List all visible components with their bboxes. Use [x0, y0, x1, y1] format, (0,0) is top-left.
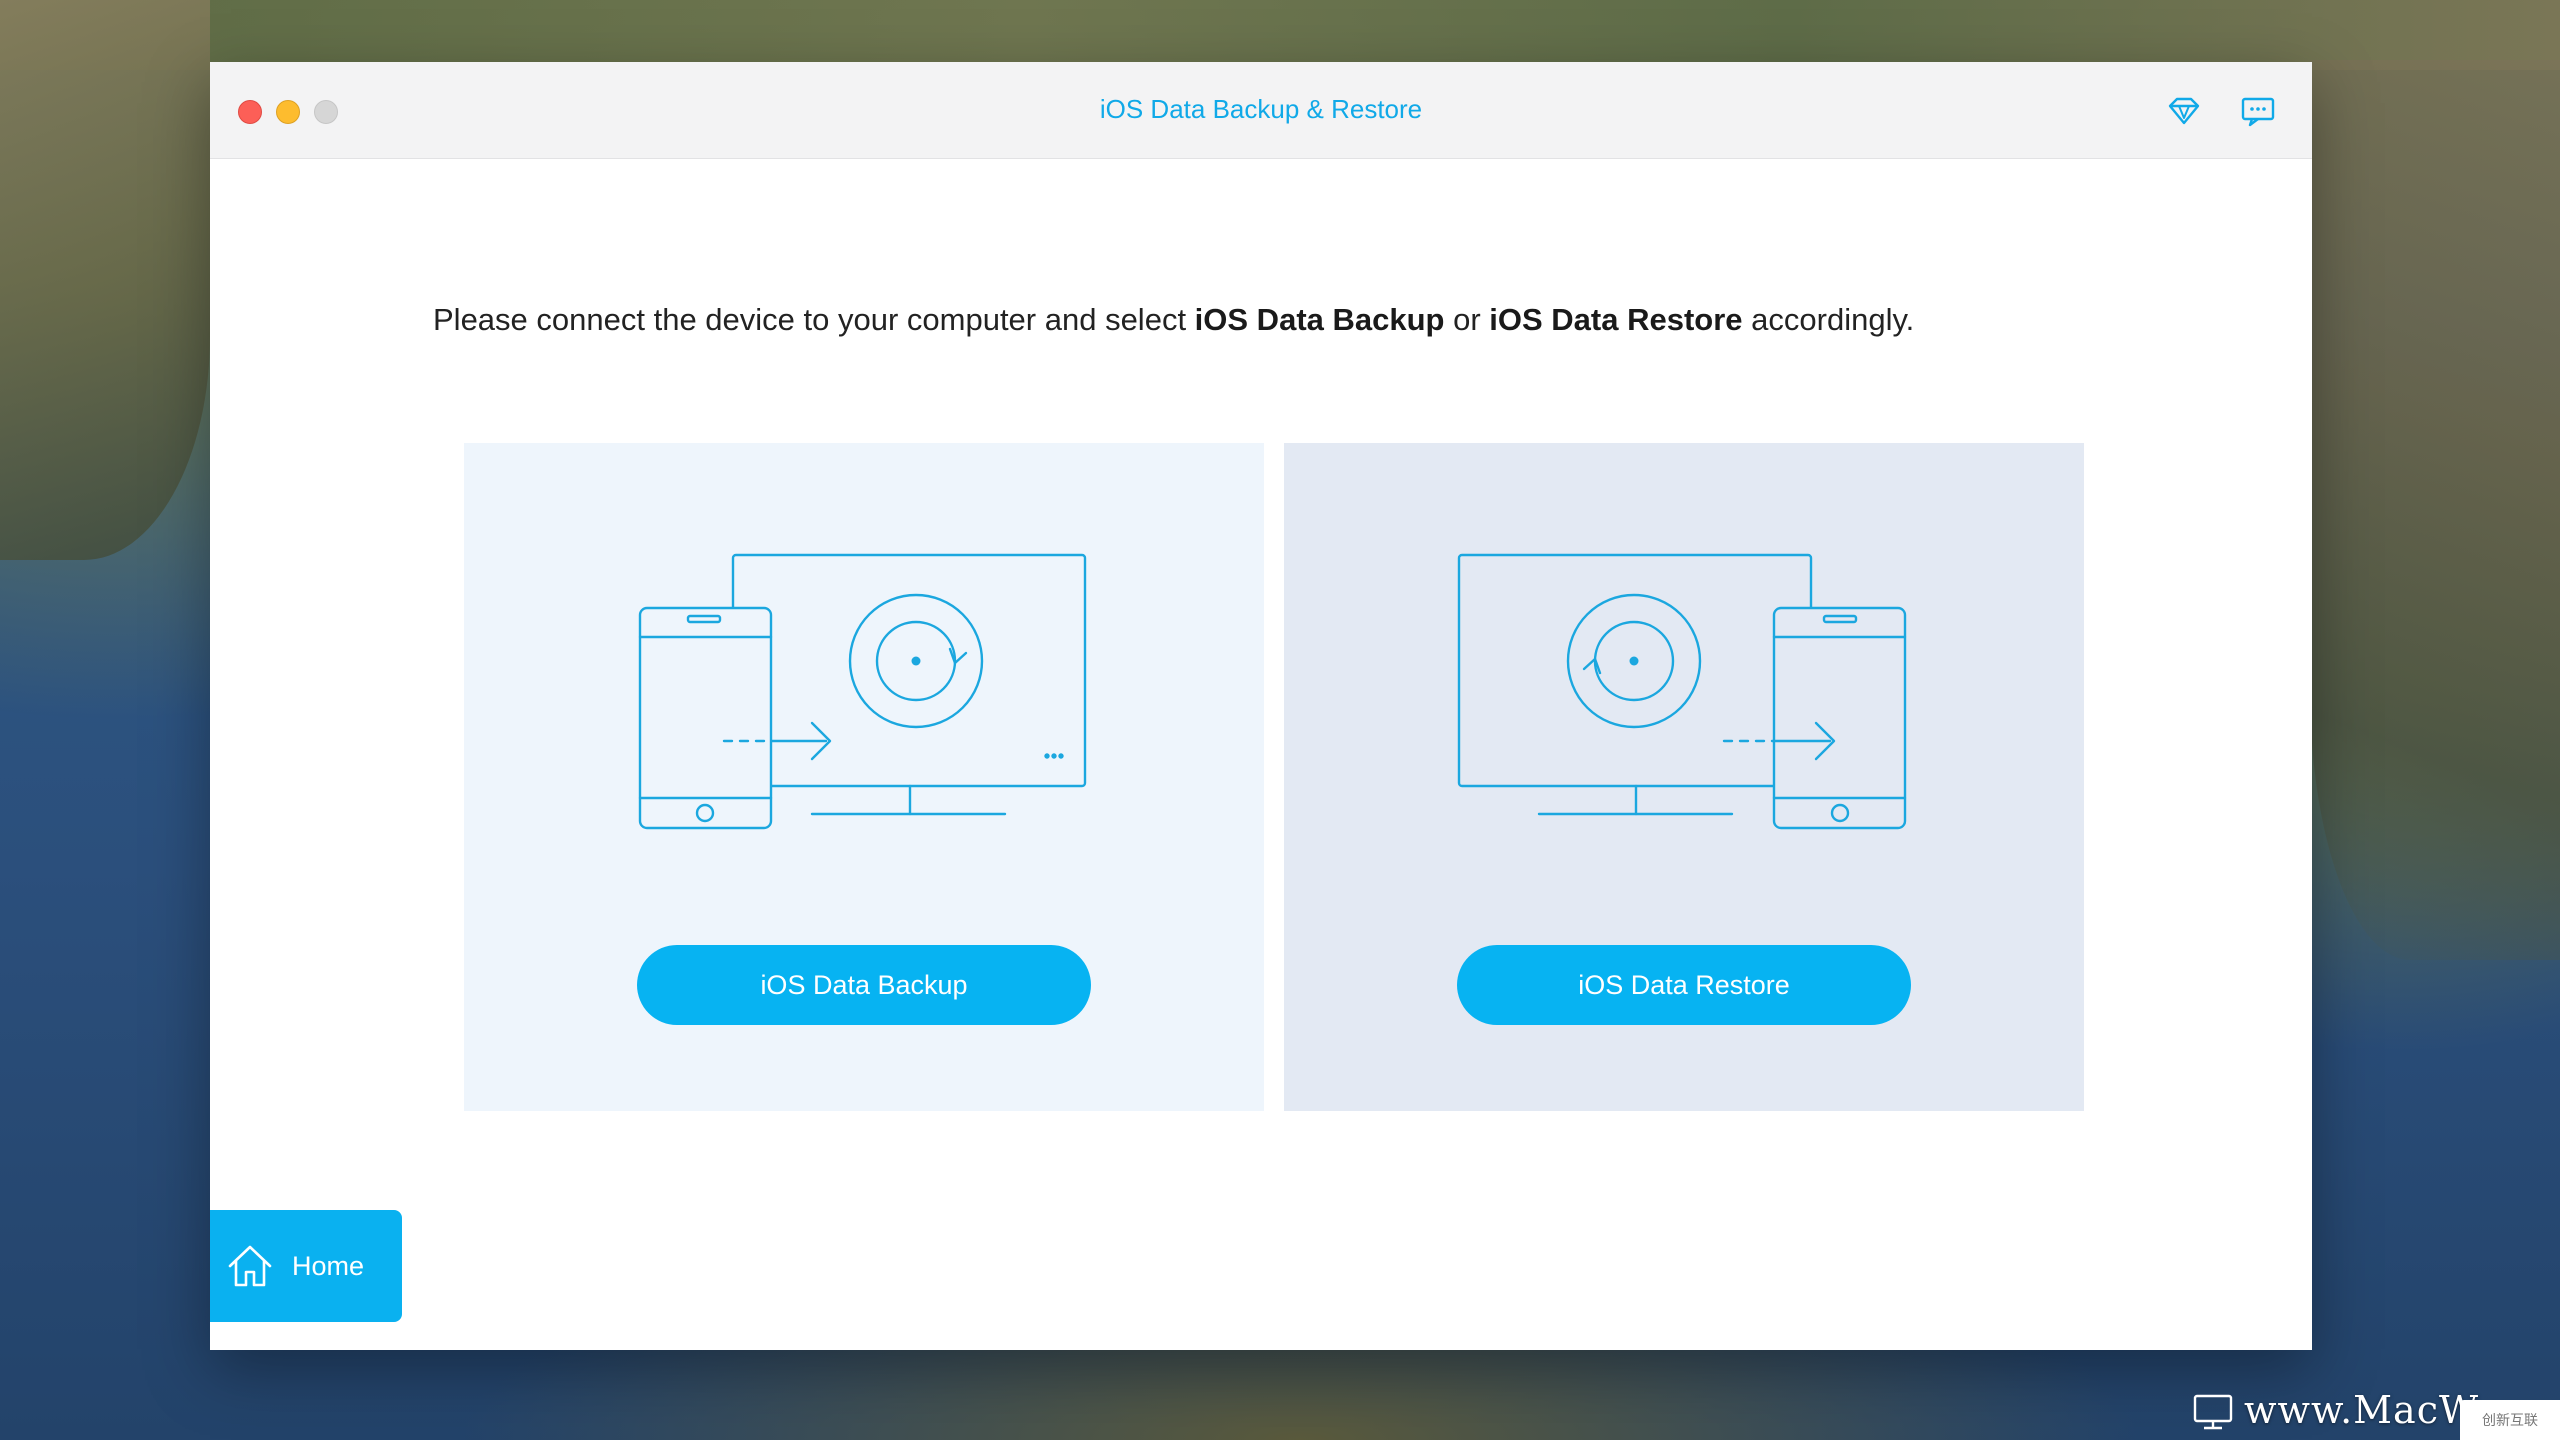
restore-card[interactable]: iOS Data Restore: [1284, 443, 2084, 1111]
home-icon: [228, 1245, 272, 1287]
watermark-monitor-icon: [2193, 1394, 2233, 1430]
instruction-restore-label: iOS Data Restore: [1489, 302, 1743, 337]
computer-to-phone-illustration: [1457, 553, 1907, 830]
home-label: Home: [292, 1250, 365, 1281]
wallpaper-rock-left: [0, 0, 210, 560]
diamond-icon[interactable]: [2166, 94, 2202, 128]
instruction-text: Please connect the device to your comput…: [433, 302, 1914, 338]
app-window: iOS Data Backup & Restore Please connect…: [210, 62, 2312, 1350]
instruction-mid: or: [1444, 302, 1490, 337]
backup-card[interactable]: iOS Data Backup: [464, 443, 1264, 1111]
chat-icon[interactable]: [2240, 94, 2276, 128]
watermark-badge: 创新互联: [2460, 1400, 2560, 1440]
ios-data-restore-button[interactable]: iOS Data Restore: [1457, 945, 1911, 1025]
instruction-pre: Please connect the device to your comput…: [433, 302, 1195, 337]
instruction-backup-label: iOS Data Backup: [1194, 302, 1445, 337]
instruction-post: accordingly.: [1742, 302, 1915, 337]
watermark-text: www.MacW: [2244, 1388, 2480, 1432]
titlebar: iOS Data Backup & Restore: [210, 62, 2312, 159]
ios-data-backup-button[interactable]: iOS Data Backup: [637, 945, 1091, 1025]
window-title: iOS Data Backup & Restore: [1099, 94, 1423, 124]
home-tab[interactable]: Home: [210, 1210, 402, 1322]
wallpaper-top: [0, 0, 2560, 70]
phone-to-computer-illustration: [638, 553, 1087, 830]
wallpaper-rock-right: [2310, 60, 2560, 960]
